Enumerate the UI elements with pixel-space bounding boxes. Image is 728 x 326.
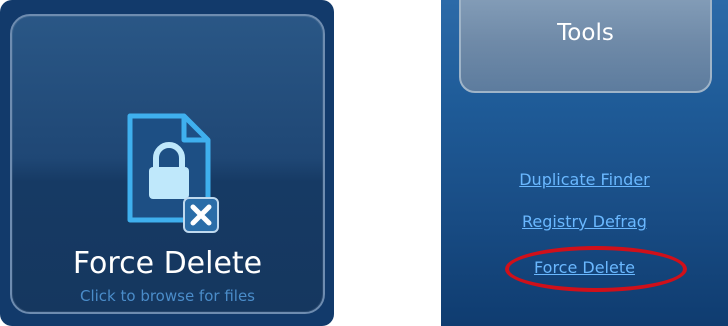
tools-sidebar: Tools Duplicate Finder Registry Defrag F… [441, 0, 728, 326]
registry-defrag-link[interactable]: Registry Defrag [441, 212, 728, 231]
tile-title: Force Delete [72, 246, 263, 281]
tile-subtitle: Click to browse for files [79, 287, 255, 305]
force-delete-panel: Force Delete Click to browse for files [0, 0, 334, 326]
force-delete-tile[interactable]: Force Delete Click to browse for files [10, 14, 325, 314]
tools-label: Tools [557, 20, 614, 46]
locked-file-delete-icon [127, 113, 219, 233]
tools-button[interactable]: Tools [459, 0, 712, 93]
force-delete-link[interactable]: Force Delete [441, 258, 728, 277]
duplicate-finder-link[interactable]: Duplicate Finder [441, 170, 728, 189]
